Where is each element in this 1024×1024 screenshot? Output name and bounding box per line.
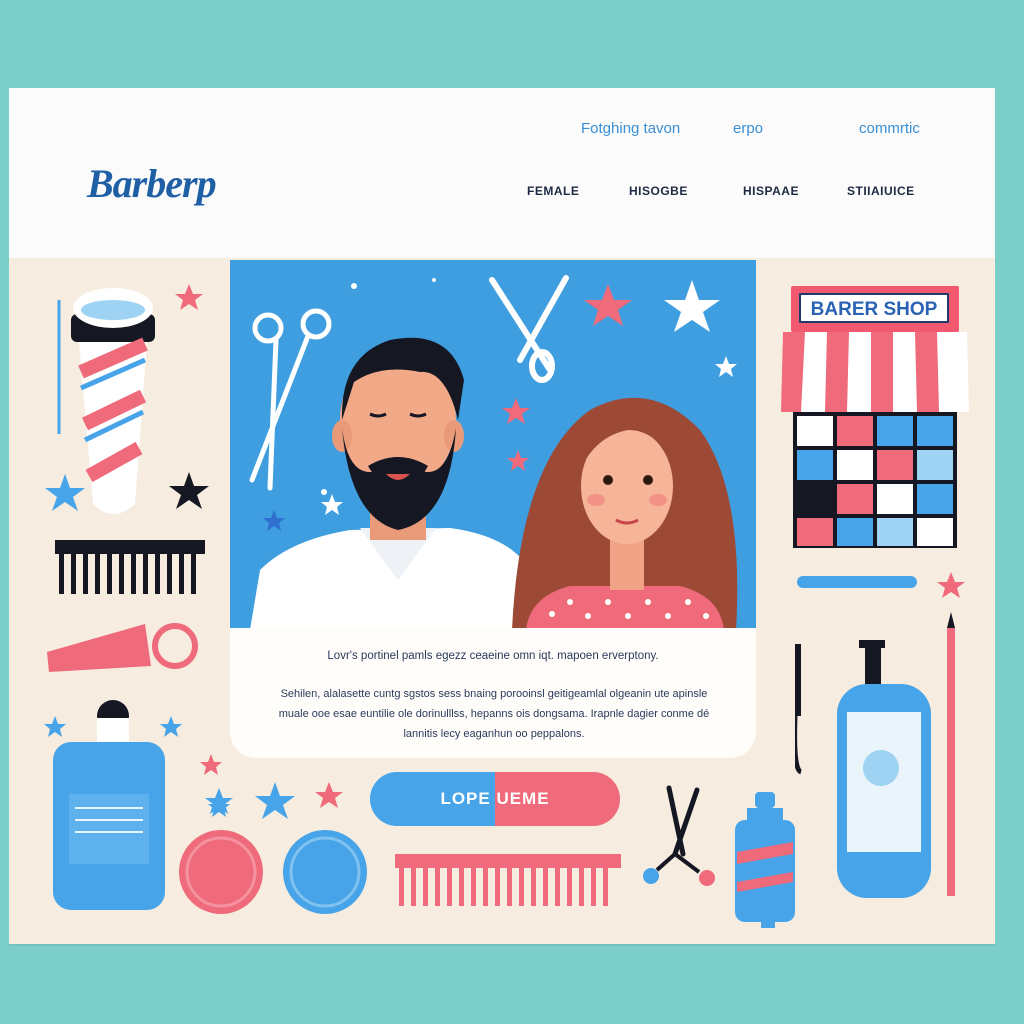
razor-icon bbox=[795, 644, 803, 775]
pencil-icon bbox=[947, 612, 955, 896]
brush-bar-icon bbox=[797, 576, 917, 588]
star-icon bbox=[315, 782, 343, 808]
star-icon bbox=[205, 788, 233, 814]
star-icon bbox=[175, 284, 203, 310]
scissors-icon bbox=[489, 275, 569, 383]
star-icon bbox=[44, 716, 66, 737]
comb-icon bbox=[395, 854, 621, 906]
hero-people-illustration bbox=[249, 275, 738, 630]
header: Barberp Fotghing tavon erpo commrtic FEM… bbox=[9, 88, 995, 258]
star-icon bbox=[715, 356, 737, 377]
star-icon bbox=[507, 450, 529, 471]
bottle-icon bbox=[53, 700, 165, 910]
card-title: Lovr's portinel pamls egezz ceaeine omn … bbox=[327, 650, 659, 662]
star-icon bbox=[937, 572, 965, 598]
pomade-tin-icon bbox=[283, 830, 367, 914]
shop-sign-label: BARER SHOP bbox=[799, 293, 949, 323]
small-bottle-icon bbox=[735, 792, 795, 922]
star-icon bbox=[502, 398, 530, 424]
comb-icon bbox=[55, 540, 205, 594]
star-icon bbox=[263, 510, 285, 531]
nav-item-2[interactable]: HISOGBE bbox=[629, 184, 688, 198]
star-icon bbox=[169, 472, 209, 509]
hero-illustration bbox=[230, 260, 756, 630]
nav-item-3[interactable]: HISPAAE bbox=[743, 184, 799, 198]
pump-bottle-icon bbox=[837, 640, 931, 898]
star-icon bbox=[45, 474, 85, 511]
star-icon bbox=[321, 494, 343, 515]
star-icon bbox=[664, 280, 720, 332]
shop-sign: BARER SHOP bbox=[791, 286, 959, 332]
nav-item-4[interactable]: STIIAIUICE bbox=[847, 184, 915, 198]
page-frame: Barberp Fotghing tavon erpo commrtic FEM… bbox=[9, 88, 995, 944]
top-link-1[interactable]: Fotghing tavon bbox=[581, 120, 680, 137]
pomade-tin-icon bbox=[179, 830, 263, 914]
star-icon bbox=[255, 782, 295, 819]
barber-pole-icon bbox=[71, 288, 155, 514]
top-link-3[interactable]: commrtic bbox=[859, 120, 920, 137]
bottom-tools-illustration bbox=[179, 782, 775, 928]
clipper-icon bbox=[47, 623, 198, 672]
star-icon bbox=[584, 284, 632, 326]
nav-item-female[interactable]: FEMALE bbox=[527, 184, 579, 198]
woman-figure bbox=[512, 397, 738, 630]
scissors-icon bbox=[666, 785, 700, 857]
right-tools-illustration bbox=[795, 572, 965, 898]
logo[interactable]: Barberp bbox=[87, 160, 217, 207]
top-link-2[interactable]: erpo bbox=[733, 120, 763, 137]
scissors-icon bbox=[249, 308, 332, 491]
